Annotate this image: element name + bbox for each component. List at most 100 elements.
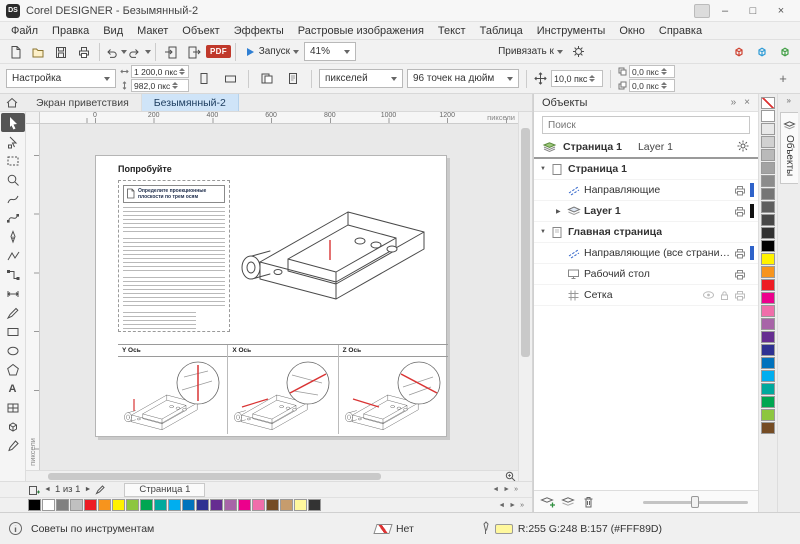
docker-collapse-icon[interactable]: » (731, 97, 737, 108)
new-master-layer-button[interactable] (561, 495, 577, 509)
color-swatch[interactable] (98, 499, 111, 511)
color-swatch[interactable] (140, 499, 153, 511)
page-tab[interactable]: Страница 1 (124, 483, 205, 497)
docker-close-icon[interactable]: × (744, 97, 750, 108)
color-swatch[interactable] (761, 266, 775, 278)
new-document-button[interactable] (4, 42, 26, 62)
tab-welcome-screen[interactable]: Экран приветствия (24, 94, 142, 111)
color-swatch[interactable] (210, 499, 223, 511)
menu-item[interactable]: Макет (130, 25, 175, 37)
previous-page-button[interactable]: ◄ (44, 486, 51, 493)
resolution-combo[interactable]: 96 точек на дюйм (407, 69, 519, 88)
color-swatch[interactable] (761, 422, 775, 434)
menu-item[interactable]: Инструменты (530, 25, 613, 37)
printer-icon[interactable] (734, 290, 746, 301)
nudge-field[interactable]: 10,0 пкс (551, 70, 603, 87)
rectangle-tool[interactable] (1, 322, 25, 341)
shape-edit-tool[interactable] (1, 132, 25, 151)
color-swatch[interactable] (761, 175, 775, 187)
color-swatch[interactable] (761, 318, 775, 330)
menu-item[interactable]: Растровые изображения (291, 25, 431, 37)
launch-dropdown[interactable]: Запуск (240, 42, 303, 61)
tree-row-guides[interactable]: Направляющие (534, 180, 758, 201)
polygon-tool[interactable] (1, 360, 25, 379)
open-button[interactable] (27, 42, 49, 62)
color-swatch[interactable] (761, 305, 775, 317)
add-page-icon[interactable] (28, 484, 40, 496)
eyedropper-tool[interactable] (1, 436, 25, 455)
cube-view-teal-icon[interactable] (751, 42, 773, 62)
color-swatch[interactable] (761, 409, 775, 421)
palette-scroll-right[interactable]: ► (509, 502, 516, 509)
duplicate-y-field[interactable]: 0,0 пкс (629, 79, 675, 92)
cube-view-green-icon[interactable] (774, 42, 796, 62)
menu-item[interactable]: Текст (431, 25, 473, 37)
slider-thumb[interactable] (691, 496, 699, 508)
search-input[interactable] (542, 116, 750, 134)
preset-combo[interactable]: Настройка (6, 69, 116, 88)
cube-view-red-icon[interactable] (728, 42, 750, 62)
color-swatch[interactable] (761, 357, 775, 369)
color-swatch[interactable] (761, 136, 775, 148)
layer-color-bar[interactable] (750, 183, 754, 197)
color-swatch[interactable] (182, 499, 195, 511)
export-button[interactable] (183, 42, 205, 62)
home-tab[interactable] (0, 94, 24, 111)
customize-plus-button[interactable]: + (772, 69, 794, 89)
current-page-button[interactable] (282, 69, 304, 89)
bezier-tool[interactable] (1, 208, 25, 227)
duplicate-x-field[interactable]: 0,0 пкс (629, 65, 675, 78)
drawing-canvas[interactable]: Попробуйте Определите проекционные плоск… (40, 124, 518, 470)
maximize-button[interactable]: □ (740, 2, 766, 20)
printer-icon[interactable] (734, 185, 746, 196)
tree-row-grid[interactable]: Сетка (534, 285, 758, 306)
document-page[interactable]: Попробуйте Определите проекционные плоск… (95, 155, 447, 437)
color-swatch[interactable] (168, 499, 181, 511)
color-swatch[interactable] (70, 499, 83, 511)
connector-tool[interactable] (1, 265, 25, 284)
cube-3d-tool[interactable] (1, 417, 25, 436)
publish-pdf-button[interactable]: PDF (206, 42, 231, 62)
page-tabs-overflow-icon[interactable]: » (514, 486, 518, 493)
color-swatch[interactable] (126, 499, 139, 511)
table-tool[interactable] (1, 398, 25, 417)
units-combo[interactable]: пикселей (319, 69, 403, 88)
next-page-button[interactable]: ► (84, 486, 91, 493)
color-swatch[interactable] (761, 110, 775, 122)
docker-options-icon[interactable]: » (787, 96, 791, 108)
print-button[interactable] (73, 42, 95, 62)
color-swatch[interactable] (154, 499, 167, 511)
pick-tool[interactable] (1, 113, 25, 132)
close-button[interactable]: × (768, 2, 794, 20)
color-swatch[interactable] (761, 383, 775, 395)
vertical-scrollbar[interactable] (518, 112, 532, 481)
layer-color-bar[interactable] (750, 204, 754, 218)
color-swatch[interactable] (761, 201, 775, 213)
color-swatch[interactable] (56, 499, 69, 511)
eyedropper-status-icon[interactable] (482, 521, 490, 536)
color-swatch[interactable] (294, 499, 307, 511)
page-tabs-scroll-right[interactable]: ► (503, 486, 510, 493)
expander-icon[interactable]: ▼ (540, 166, 551, 172)
import-button[interactable] (160, 42, 182, 62)
ellipse-tool[interactable] (1, 341, 25, 360)
edit-page-icon[interactable] (95, 484, 106, 495)
zoom-level-combo[interactable]: 41% (304, 42, 356, 61)
page-tabs-scroll-left[interactable]: ◄ (492, 486, 499, 493)
color-swatch[interactable] (280, 499, 293, 511)
color-swatch[interactable] (761, 344, 775, 356)
color-swatch[interactable] (761, 188, 775, 200)
color-swatch[interactable] (224, 499, 237, 511)
color-swatch[interactable] (196, 499, 209, 511)
menu-item[interactable]: Правка (45, 25, 96, 37)
tab-document[interactable]: Безымянный-2 (142, 94, 239, 111)
palette-overflow-icon[interactable]: » (520, 502, 524, 509)
menu-item[interactable]: Вид (96, 25, 130, 37)
fill-indicator[interactable]: Нет (375, 523, 414, 535)
menu-item[interactable]: Файл (4, 25, 45, 37)
printer-icon[interactable] (734, 269, 746, 280)
docker-settings-gear-icon[interactable] (736, 139, 750, 156)
color-swatch[interactable] (42, 499, 55, 511)
color-swatch[interactable] (112, 499, 125, 511)
horizontal-scrollbar[interactable] (40, 471, 502, 481)
